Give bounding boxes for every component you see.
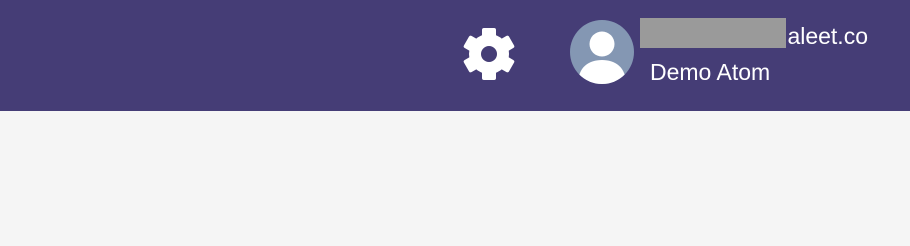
main-content-area	[0, 111, 910, 246]
top-navigation-bar: aleet.co Demo Atom	[0, 0, 910, 111]
settings-button[interactable]	[458, 25, 520, 87]
user-avatar[interactable]	[570, 20, 634, 84]
user-email-container: aleet.co	[640, 18, 880, 50]
user-avatar-icon	[570, 31, 634, 84]
gear-icon	[461, 25, 517, 88]
user-name: Demo Atom	[650, 59, 771, 85]
email-redaction-block	[640, 18, 786, 48]
user-menu-info[interactable]: aleet.co Demo Atom	[640, 18, 900, 88]
